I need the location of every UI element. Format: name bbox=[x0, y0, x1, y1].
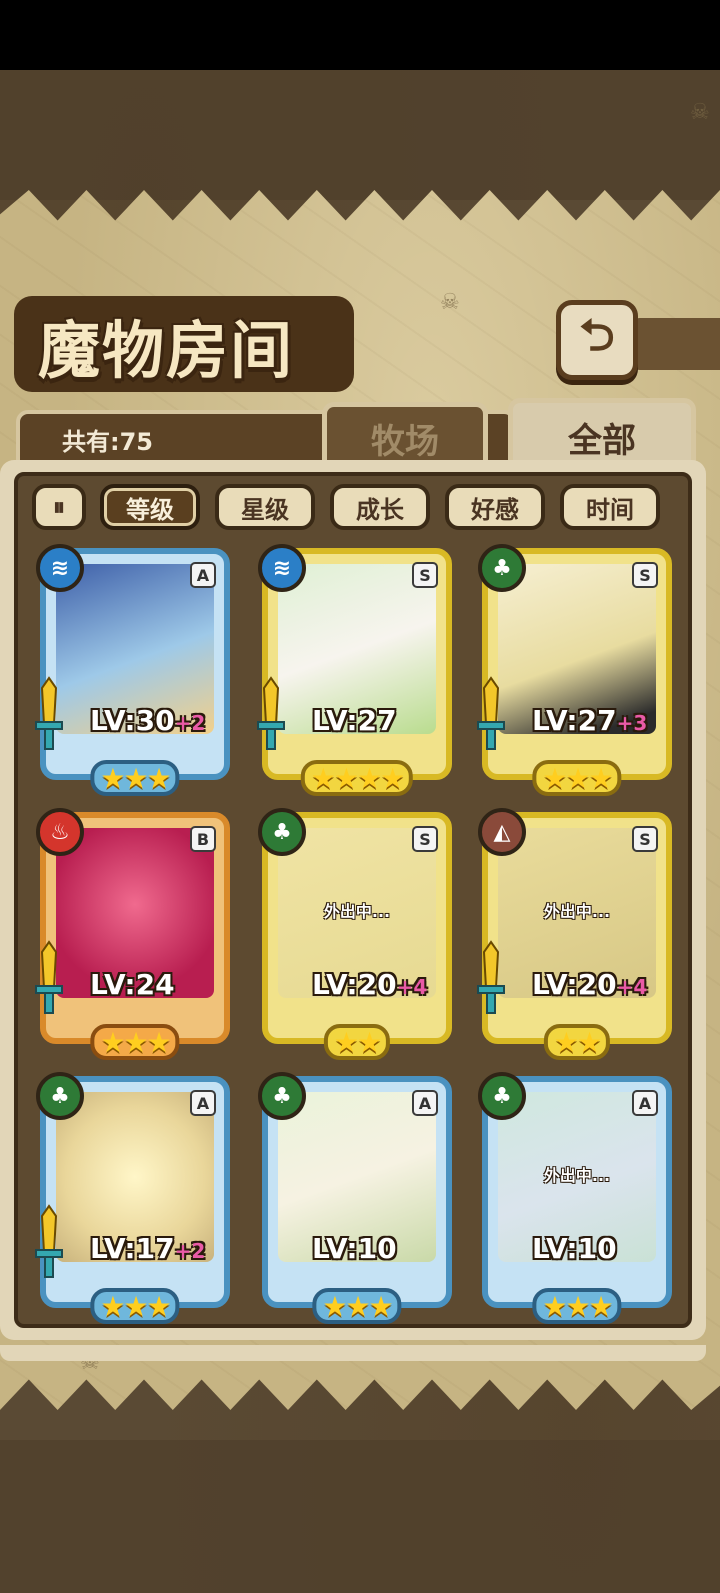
monster-card[interactable]: ♣ A LV:17+2 ★★★ bbox=[35, 1072, 230, 1324]
tab-ranch-label: 牧场 bbox=[371, 422, 439, 462]
sword-icon bbox=[35, 1204, 63, 1278]
away-status: 外出中... bbox=[543, 902, 611, 921]
monster-card[interactable]: ≋ A LV:30+2 ★★★ bbox=[35, 544, 230, 796]
sort-level-label: 等级 bbox=[126, 495, 174, 524]
level-label: LV:27+3 bbox=[532, 704, 648, 737]
page-title: 魔物房间 bbox=[38, 314, 295, 387]
water-element-icon: ≋ bbox=[258, 544, 306, 592]
status-bar bbox=[0, 0, 720, 70]
water-element-icon: ≋ bbox=[36, 544, 84, 592]
sort-growth-button[interactable]: 成长 bbox=[330, 484, 430, 530]
star-rating: ★★ bbox=[323, 1024, 391, 1060]
grass-element-icon: ♣ bbox=[258, 1072, 306, 1120]
level-label: LV:17+2 bbox=[90, 1232, 206, 1265]
rank-badge: A bbox=[190, 1090, 216, 1116]
sort-star-button[interactable]: 星级 bbox=[215, 484, 315, 530]
monster-card[interactable]: ♣ A LV:10 ★★★ bbox=[258, 1072, 452, 1324]
monster-card[interactable]: ♨ B LV:24 ★★★ bbox=[35, 808, 230, 1060]
back-button-rail bbox=[632, 318, 720, 370]
grass-element-icon: ♣ bbox=[258, 808, 306, 856]
rank-badge: S bbox=[412, 562, 438, 588]
star-rating: ★★★ bbox=[532, 760, 622, 796]
grass-element-icon: ♣ bbox=[36, 1072, 84, 1120]
panel-bottom-edge bbox=[0, 1345, 706, 1361]
rank-badge: S bbox=[632, 562, 658, 588]
skull-marker-icon: ☠ bbox=[440, 290, 460, 315]
rank-badge: S bbox=[412, 826, 438, 852]
skull-marker-icon: ☠ bbox=[690, 100, 710, 125]
star-rating: ★★ bbox=[543, 1024, 611, 1060]
monster-card[interactable]: ♣ S LV:27+3 ★★★ bbox=[477, 544, 672, 796]
monster-card[interactable]: ◭ S 外出中... LV:20+4 ★★ bbox=[477, 808, 672, 1060]
sort-order-toggle[interactable]: ⏸ bbox=[32, 484, 86, 530]
level-label: LV:20+4 bbox=[532, 968, 648, 1001]
sword-icon bbox=[35, 940, 63, 1014]
sort-star-label: 星级 bbox=[241, 495, 289, 524]
star-rating: ★★★ bbox=[90, 760, 180, 796]
grass-element-icon: ♣ bbox=[478, 1072, 526, 1120]
level-label: LV:24 bbox=[90, 968, 175, 1001]
rank-badge: A bbox=[412, 1090, 438, 1116]
sort-time-button[interactable]: 时间 bbox=[560, 484, 660, 530]
sort-level-button[interactable]: 等级 bbox=[100, 484, 200, 530]
away-status: 外出中... bbox=[543, 1166, 611, 1185]
map-top-band bbox=[0, 70, 720, 200]
star-rating: ★★★ bbox=[90, 1024, 180, 1060]
sword-icon bbox=[477, 940, 505, 1014]
sort-order-icon: ⏸ bbox=[53, 493, 65, 521]
rank-badge: S bbox=[632, 826, 658, 852]
sword-icon bbox=[477, 676, 505, 750]
monster-card[interactable]: ≋ S LV:27 ★★★★ bbox=[257, 544, 452, 796]
rank-badge: A bbox=[190, 562, 216, 588]
away-status: 外出中... bbox=[323, 902, 391, 921]
star-rating: ★★★ bbox=[532, 1288, 622, 1324]
sort-affection-label: 好感 bbox=[471, 495, 519, 524]
sort-growth-label: 成长 bbox=[356, 495, 404, 524]
tab-all-label: 全部 bbox=[568, 421, 636, 461]
monster-count: 共有:75 bbox=[62, 428, 153, 456]
sword-icon bbox=[257, 676, 285, 750]
level-label: LV:10 bbox=[312, 1232, 397, 1265]
back-arrow-icon: ⮌ bbox=[579, 309, 615, 361]
rank-badge: B bbox=[190, 826, 216, 852]
fire-element-icon: ♨ bbox=[36, 808, 84, 856]
monster-card[interactable]: ♣ A 外出中... LV:10 ★★★ bbox=[478, 1072, 672, 1324]
back-button[interactable]: ⮌ bbox=[556, 300, 638, 380]
level-label: LV:27 bbox=[312, 704, 397, 737]
sword-icon bbox=[35, 676, 63, 750]
star-rating: ★★★ bbox=[90, 1288, 180, 1324]
level-label: LV:30+2 bbox=[90, 704, 206, 737]
sort-affection-button[interactable]: 好感 bbox=[445, 484, 545, 530]
level-label: LV:20+4 bbox=[312, 968, 428, 1001]
level-label: LV:10 bbox=[532, 1232, 617, 1265]
star-rating: ★★★★ bbox=[300, 760, 414, 796]
grass-element-icon: ♣ bbox=[478, 544, 526, 592]
sort-time-label: 时间 bbox=[586, 495, 634, 524]
earth-element-icon: ◭ bbox=[478, 808, 526, 856]
rank-badge: A bbox=[632, 1090, 658, 1116]
monster-card[interactable]: ♣ S 外出中... LV:20+4 ★★ bbox=[258, 808, 452, 1060]
map-bottom-band bbox=[0, 1440, 720, 1593]
star-rating: ★★★ bbox=[312, 1288, 402, 1324]
